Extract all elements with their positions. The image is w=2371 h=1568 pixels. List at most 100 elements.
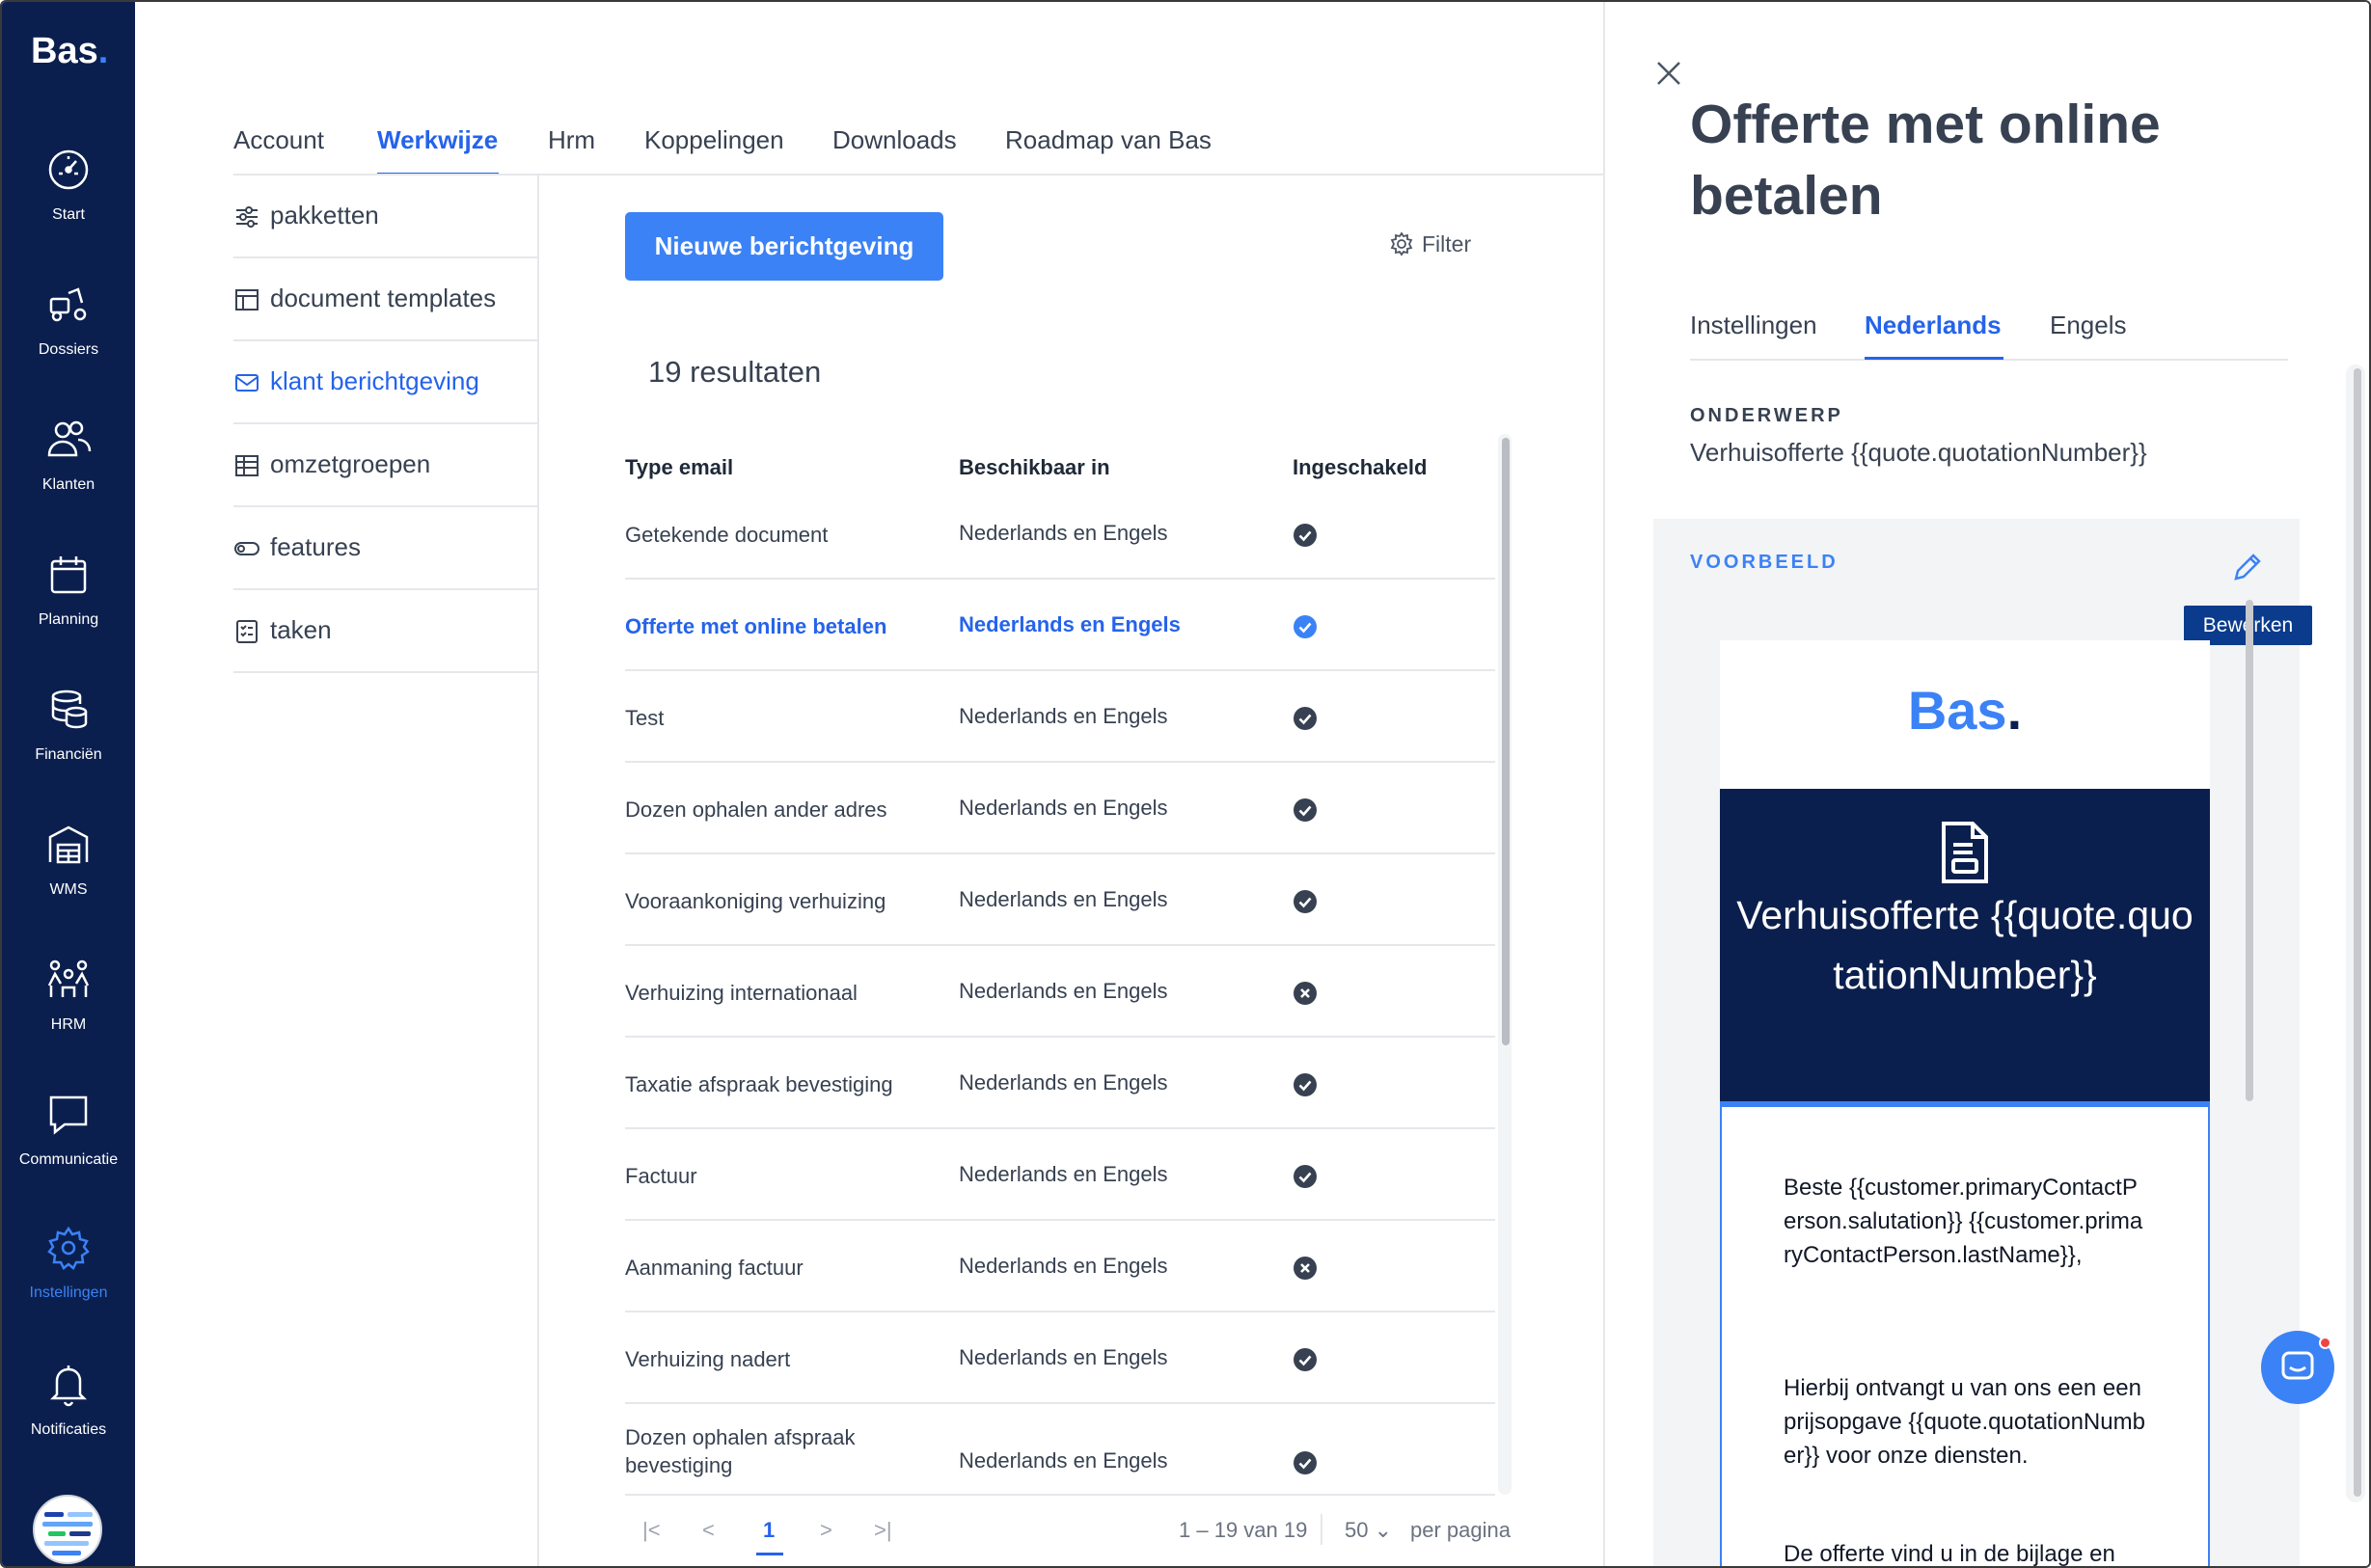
filter-button[interactable]: Filter xyxy=(1389,231,1471,257)
filter-label: Filter xyxy=(1422,231,1472,257)
check-circle-icon xyxy=(1294,707,1317,730)
sidebar-item-label: Dossiers xyxy=(38,341,99,358)
sidebar-item-label: Financiën xyxy=(35,746,102,763)
table-row[interactable]: Aanmaning factuur Nederlands en Engels xyxy=(625,1221,1495,1312)
panel-tab-instellingen[interactable]: Instellingen xyxy=(1690,311,1817,340)
email-logo: Bas. xyxy=(1907,680,2023,741)
table-row[interactable]: Verhuizing nadert Nederlands en Engels xyxy=(625,1312,1495,1404)
cell-type: Verhuizing nadert xyxy=(625,1347,791,1371)
sidebar-item-klanten[interactable]: Klanten xyxy=(2,417,135,532)
preview-scrollbar-thumb[interactable] xyxy=(2246,600,2253,1101)
team-icon xyxy=(47,960,90,997)
tab-roadmap[interactable]: Roadmap van Bas xyxy=(1005,125,1212,155)
page-number[interactable]: 1 xyxy=(763,1518,775,1543)
check-circle-icon xyxy=(1294,890,1317,913)
table-row[interactable]: Factuur Nederlands en Engels xyxy=(625,1129,1495,1221)
cell-available: Nederlands en Engels xyxy=(959,1070,1168,1095)
subject-label: ONDERWERP xyxy=(1690,405,1843,426)
cell-type: Aanmaning factuur xyxy=(625,1256,804,1280)
sidebar-item-instellingen[interactable]: Instellingen xyxy=(2,1225,135,1340)
envelope-icon xyxy=(235,374,259,392)
submenu-item-document-templates[interactable]: document templates xyxy=(233,258,538,341)
pencil-icon[interactable] xyxy=(2230,550,2265,584)
table-row[interactable]: Vooraankoniging verhuizing Nederlands en … xyxy=(625,854,1495,946)
last-page-button[interactable]: >| xyxy=(874,1518,892,1543)
per-page-label: per pagina xyxy=(1410,1518,1511,1542)
sidebar-item-label: Klanten xyxy=(41,476,95,493)
cell-available: Nederlands en Engels xyxy=(959,521,1168,545)
page-size-value: 50 xyxy=(1345,1518,1369,1542)
tab-werkwijze[interactable]: Werkwijze xyxy=(377,125,498,155)
check-circle-icon xyxy=(1294,1165,1317,1188)
sidebar-item-label: Communicatie xyxy=(18,1151,119,1168)
first-page-button[interactable]: |< xyxy=(642,1518,661,1543)
sidebar-item-planning[interactable]: Planning xyxy=(2,552,135,667)
table-row[interactable]: Dozen ophalen afspraak bevestiging Nederl… xyxy=(625,1404,1495,1496)
page-size-select[interactable]: 50 ⌄ xyxy=(1345,1518,1392,1543)
submenu-item-features[interactable]: features xyxy=(233,507,538,590)
cell-available: Nederlands en Engels xyxy=(959,1345,1168,1369)
cell-type: Dozen ophalen ander adres xyxy=(625,798,887,822)
x-circle-icon xyxy=(1294,1257,1317,1280)
table-scrollbar-thumb[interactable] xyxy=(1502,438,1510,1045)
table-row[interactable]: Dozen ophalen ander adres Nederlands en E… xyxy=(625,763,1495,854)
cell-available: Nederlands en Engels xyxy=(959,704,1168,728)
results-count: 19 resultaten xyxy=(648,355,822,389)
table-row[interactable]: Getekende document Nederlands en Engels xyxy=(625,488,1495,580)
email-hero-title: Verhuisofferte {{quote.quotationNumber}} xyxy=(1736,893,2194,997)
table-row[interactable]: Taxatie afspraak bevestiging Nederlands e… xyxy=(625,1038,1495,1129)
layout-icon xyxy=(235,289,259,311)
tab-hrm[interactable]: Hrm xyxy=(548,125,595,155)
panel-scrollbar-thumb[interactable] xyxy=(2354,368,2361,1497)
sidebar-item-wms[interactable]: WMS xyxy=(2,822,135,937)
submenu-item-taken[interactable]: taken xyxy=(233,590,538,673)
tab-downloads[interactable]: Downloads xyxy=(832,125,957,155)
sidebar-item-communicatie[interactable]: Communicatie xyxy=(2,1092,135,1207)
sliders-icon xyxy=(236,206,258,228)
check-circle-icon xyxy=(1294,524,1317,547)
avatar[interactable] xyxy=(33,1495,102,1564)
document-icon xyxy=(1942,822,1988,883)
sidebar-item-notificaties[interactable]: Notificaties xyxy=(2,1362,135,1477)
chat-bubble-icon xyxy=(49,1095,88,1135)
email-preview: Bas. Verhuisofferte {{quote.quotationNum… xyxy=(1720,640,2210,1566)
app-window: Bas. Start Dossiers Klanten Planning Fin… xyxy=(0,0,2371,1568)
column-header-type[interactable]: Type email xyxy=(625,455,733,480)
sidebar: Bas. Start Dossiers Klanten Planning Fin… xyxy=(2,2,135,1566)
cell-available: Nederlands en Engels xyxy=(959,887,1168,911)
tab-account[interactable]: Account xyxy=(233,125,324,155)
new-notification-button[interactable]: Nieuwe berichtgeving xyxy=(625,212,943,281)
gear-icon xyxy=(47,1226,90,1270)
cell-type: Offerte met online betalen xyxy=(625,614,887,638)
email-body: Beste {{customer.primaryContactPerson.sa… xyxy=(1720,1107,2210,1566)
tab-koppelingen[interactable]: Koppelingen xyxy=(644,125,784,155)
cell-type: Getekende document xyxy=(625,523,829,547)
next-page-button[interactable]: > xyxy=(820,1518,832,1543)
close-icon[interactable] xyxy=(1653,58,1684,89)
table-row[interactable]: Verhuizing internationaal Nederlands en E… xyxy=(625,946,1495,1038)
sidebar-item-financien[interactable]: Financiën xyxy=(2,687,135,802)
panel-tab-nederlands[interactable]: Nederlands xyxy=(1865,311,2002,340)
sidebar-item-hrm[interactable]: HRM xyxy=(2,957,135,1072)
table-row[interactable]: Offerte met online betalen Nederlands en … xyxy=(625,580,1495,671)
current-page-indicator xyxy=(756,1553,783,1555)
cell-type: Verhuizing internationaal xyxy=(625,981,858,1005)
submenu-item-omzetgroepen[interactable]: omzetgroepen xyxy=(233,424,538,507)
panel-tab-engels[interactable]: Engels xyxy=(2050,311,2127,340)
chat-launcher-button[interactable] xyxy=(2261,1331,2334,1404)
pagination-divider xyxy=(1321,1514,1322,1545)
sidebar-item-dossiers[interactable]: Dossiers xyxy=(2,282,135,397)
submenu-item-pakketten[interactable]: pakketten xyxy=(233,176,538,258)
brand-logo[interactable]: Bas. xyxy=(31,31,108,72)
column-header-available[interactable]: Beschikbaar in xyxy=(959,455,1110,480)
notification-dot xyxy=(2319,1337,2331,1349)
table-row[interactable]: Test Nederlands en Engels xyxy=(625,671,1495,763)
sidebar-item-label: Notificaties xyxy=(30,1421,107,1438)
check-circle-icon xyxy=(1294,615,1317,638)
prev-page-button[interactable]: < xyxy=(702,1518,715,1543)
submenu-item-klant-berichtgeving[interactable]: klant berichtgeving xyxy=(233,341,538,424)
chevron-down-icon: ⌄ xyxy=(1374,1518,1393,1542)
sidebar-item-start[interactable]: Start xyxy=(2,147,135,262)
column-header-enabled[interactable]: Ingeschakeld xyxy=(1293,455,1427,480)
email-hero: Verhuisofferte {{quote.quotationNumber}} xyxy=(1720,789,2210,1107)
